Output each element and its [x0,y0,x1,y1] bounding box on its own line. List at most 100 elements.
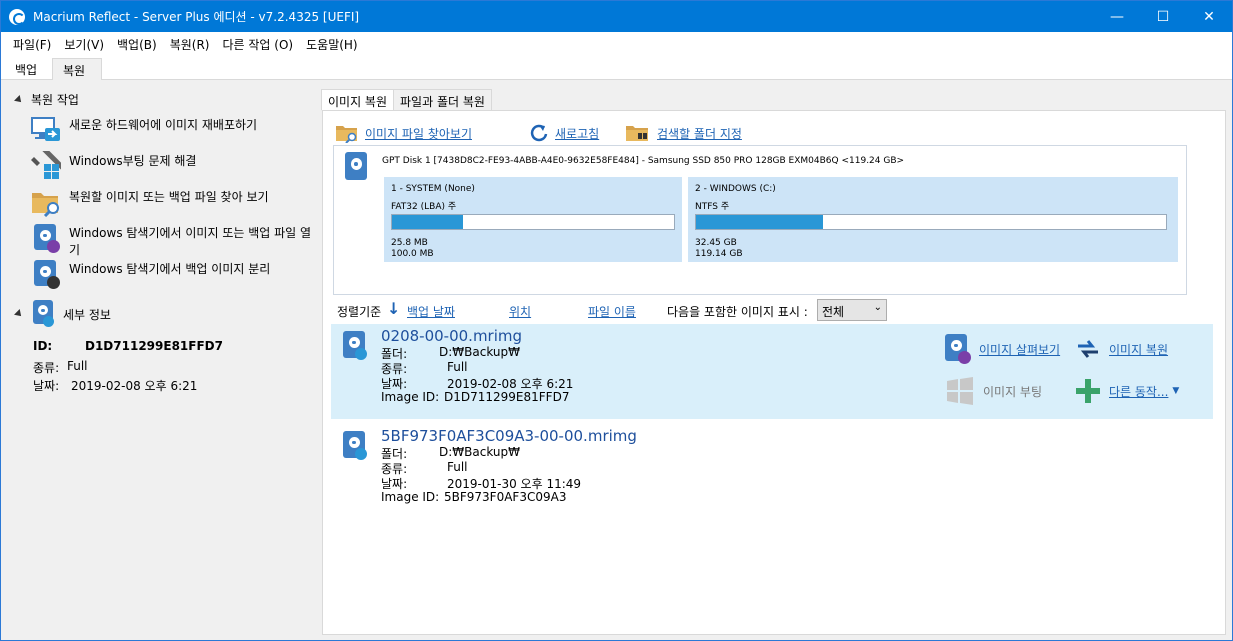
partition-fs: NTFS 주 [695,202,730,212]
image-type-value: Full [447,460,468,474]
chevron-down-icon: ⌄ [873,302,882,313]
partition-total: 100.0 MB [391,249,434,259]
disk-browse-icon [31,223,61,253]
partition-usage-fill [392,215,463,229]
image-type-label: 종류: [381,462,408,476]
sort-by-date-link[interactable]: 백업 날짜 [407,303,455,320]
menu-backup[interactable]: 백업(B) [111,36,163,53]
sort-by-location-link[interactable]: 위치 [509,303,531,320]
image-list-item[interactable]: 5BF973F0AF3C09A3-00-00.mrimg 폴더: D:₩Backu… [331,424,1213,519]
tab-file-folder-restore[interactable]: 파일과 폴더 복원 [393,89,492,111]
image-id-row: Image ID: D1D711299E81FFD7 [381,390,569,404]
details-header[interactable]: 세부 정보 [14,299,111,329]
refresh-icon [530,124,548,142]
restore-tasks-title: 복원 작업 [31,93,79,107]
task-detach-image-label: Windows 탐색기에서 백업 이미지 분리 [69,262,271,276]
close-button[interactable]: ✕ [1186,1,1232,32]
macrium-logo-icon [9,8,25,25]
task-detach-image[interactable]: Windows 탐색기에서 백업 이미지 분리 [31,259,317,289]
other-actions-label: 다른 동작... [1109,384,1169,399]
partition-windows[interactable]: 2 - WINDOWS (C:) NTFS 주 32.45 GB 119.14 … [688,177,1178,262]
task-redeploy-label: 새로운 하드웨어에 이미지 재배포하기 [69,118,258,132]
refresh-button[interactable]: 새로고침 [529,123,599,143]
detail-date-label: 날짜: [33,379,60,393]
image-date-label: 날짜: [381,477,408,491]
detail-type-label: 종류: [33,361,60,375]
restore-image-button[interactable]: 이미지 복원 [1075,336,1168,362]
app-window: Macrium Reflect - Server Plus 에디션 - v7.2… [0,0,1233,641]
sort-label: 정렬기준 [337,305,382,319]
task-redeploy[interactable]: 새로운 하드웨어에 이미지 재배포하기 [31,115,317,145]
image-list-item[interactable]: 0208-00-00.mrimg 폴더: D:₩Backup₩ 종류: Full 날… [331,324,1213,419]
menu-restore[interactable]: 복원(R) [164,36,216,53]
main-tab-strip: 백업 복원 [1,56,1232,80]
disk-image-icon [31,299,55,329]
task-browse-backup-label: 복원할 이미지 또는 백업 파일 찾아 보기 [69,190,269,204]
windows-logo-icon [947,377,973,405]
image-folder-value: D:₩Backup₩ [439,345,520,359]
detail-date: 날짜: 2019-02-08 오후 6:21 [33,377,197,394]
boot-image-button[interactable]: 이미지 부팅 [945,376,1042,406]
other-actions-button[interactable]: 다른 동작... ▼ [1075,378,1179,404]
refresh-label: 새로고침 [555,126,600,141]
boot-image-label: 이미지 부팅 [983,384,1043,399]
disk-detach-icon [31,259,61,289]
partition-system[interactable]: 1 - SYSTEM (None) FAT32 (LBA) 주 25.8 MB … [384,177,682,262]
partition-usage-fill [696,215,823,229]
tab-restore[interactable]: 복원 [52,58,102,80]
minimize-button[interactable]: — [1094,1,1140,32]
image-filter-select[interactable]: 전체 ⌄ [817,299,887,321]
browse-image-button[interactable]: 이미지 살펴보기 [945,334,1060,364]
menu-file[interactable]: 파일(F) [7,36,57,53]
partition-fs: FAT32 (LBA) 주 [391,202,457,212]
wrench-windows-icon [31,147,65,181]
hard-disk-icon [344,150,370,182]
image-id-value: 5BF973F0AF3C09A3 [444,490,567,504]
restore-tasks-header[interactable]: 복원 작업 [14,91,79,108]
filter-label: 다음을 포함한 이미지 표시 : [667,305,808,319]
image-file-name[interactable]: 0208-00-00.mrimg [381,327,522,345]
image-folder-value: D:₩Backup₩ [439,445,520,459]
partition-used: 25.8 MB [391,238,428,248]
collapse-triangle-icon [14,309,24,319]
image-restore-content: 이미지 파일 찾아보기 새로고침 검색할 폴더 지정 GPT Disk 1 [7… [322,110,1226,635]
disk-image-icon [343,431,371,461]
image-folder-label: 폴더: [381,347,408,361]
collapse-triangle-icon [14,94,24,105]
menu-other-tasks[interactable]: 다른 작업 (O) [217,36,300,53]
browse-image-file-button[interactable]: 이미지 파일 찾아보기 [335,123,472,143]
detail-id-label: ID: [33,339,53,353]
restore-subtabs: 이미지 복원 파일과 폴더 복원 [321,89,492,111]
title-bar: Macrium Reflect - Server Plus 에디션 - v7.2… [1,1,1232,32]
task-browse-backup[interactable]: 복원할 이미지 또는 백업 파일 찾아 보기 [31,187,317,218]
image-id-row: Image ID: 5BF973F0AF3C09A3 [381,490,566,504]
monitor-redeploy-icon [31,115,61,145]
left-task-panel: 복원 작업 새로운 하드웨어에 이미지 재배포하기 Windows부팅 문제 해… [1,87,317,639]
detail-type-value: Full [67,359,88,373]
search-folders-button[interactable]: 검색할 폴더 지정 [625,123,742,143]
partition-usage-bar [695,214,1167,230]
image-file-name[interactable]: 5BF973F0AF3C09A3-00-00.mrimg [381,427,637,445]
image-folder-label: 폴더: [381,447,408,461]
sort-down-arrow-icon: ↓ [387,299,401,318]
sort-by-filename-link[interactable]: 파일 이름 [588,303,636,320]
task-open-in-explorer[interactable]: Windows 탐색기에서 이미지 또는 백업 파일 열기 [31,223,317,259]
task-open-in-explorer-label: Windows 탐색기에서 이미지 또는 백업 파일 열기 [69,226,312,257]
tab-image-restore[interactable]: 이미지 복원 [321,89,395,111]
tab-backup[interactable]: 백업 [5,58,47,80]
disk-title: GPT Disk 1 [7438D8C2-FE93-4ABB-A4E0-9632… [382,156,905,166]
window-controls: — ☐ ✕ [1094,1,1232,32]
maximize-button[interactable]: ☐ [1140,1,1186,32]
folder-search-icon [31,187,61,218]
detail-date-value: 2019-02-08 오후 6:21 [71,379,198,393]
task-fix-boot-label: Windows부팅 문제 해결 [69,154,197,168]
task-fix-boot[interactable]: Windows부팅 문제 해결 [31,147,317,181]
image-type-label: 종류: [381,362,408,376]
menu-view[interactable]: 보기(V) [58,36,110,53]
search-folders-label: 검색할 폴더 지정 [657,126,742,141]
image-id-value: D1D711299E81FFD7 [444,390,570,404]
restore-image-label: 이미지 복원 [1109,342,1169,357]
restore-main-panel: 이미지 복원 파일과 폴더 복원 이미지 파일 찾아보기 새로고침 검색할 폴더… [319,87,1226,636]
dropdown-triangle-icon: ▼ [1172,386,1180,396]
menu-help[interactable]: 도움말(H) [300,36,364,53]
